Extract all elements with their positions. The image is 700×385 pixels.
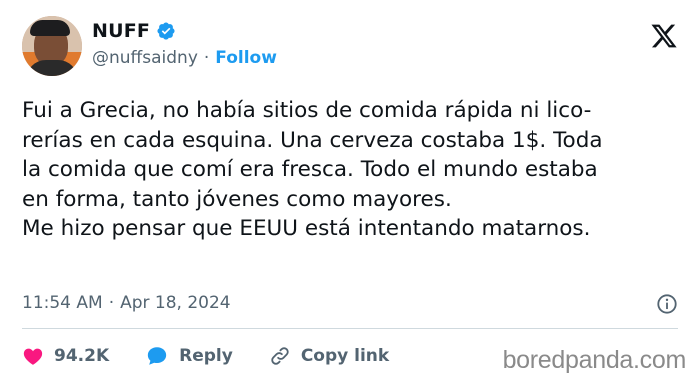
tweet-date: Apr 18, 2024 <box>120 293 231 313</box>
copy-link-label: Copy link <box>300 346 390 366</box>
tweet-header: NUFF @nuffsaidny · Follow <box>22 16 678 76</box>
reply-button[interactable]: Reply <box>145 345 233 367</box>
watermark: boredpanda.com <box>502 346 687 374</box>
heart-icon <box>22 345 44 367</box>
reply-bubble-icon <box>145 345 169 367</box>
action-bar: 94.2K Reply Copy link <box>22 345 425 367</box>
tweet-timestamp[interactable]: 11:54 AM · Apr 18, 2024 <box>22 293 231 313</box>
info-icon[interactable] <box>656 293 678 315</box>
author-name-row: NUFF <box>92 20 176 42</box>
avatar[interactable] <box>22 16 82 76</box>
verified-badge-icon <box>156 21 176 41</box>
tweet-text: Fui a Grecia, no había sitios de comida … <box>22 98 603 241</box>
like-count: 94.2K <box>54 346 110 366</box>
handle-row: @nuffsaidny · Follow <box>92 48 277 68</box>
author-handle[interactable]: @nuffsaidny <box>92 48 198 68</box>
divider <box>22 328 678 329</box>
like-button[interactable]: 94.2K <box>22 345 109 367</box>
follow-button[interactable]: Follow <box>215 48 277 68</box>
copy-link-button[interactable]: Copy link <box>269 345 389 367</box>
link-icon <box>269 345 291 367</box>
x-logo-icon[interactable] <box>650 22 678 50</box>
author-name[interactable]: NUFF <box>92 20 150 42</box>
reply-label: Reply <box>179 346 233 366</box>
timestamp-separator: · <box>108 293 115 313</box>
tweet-time: 11:54 AM <box>22 293 103 313</box>
handle-separator: · <box>203 48 210 68</box>
